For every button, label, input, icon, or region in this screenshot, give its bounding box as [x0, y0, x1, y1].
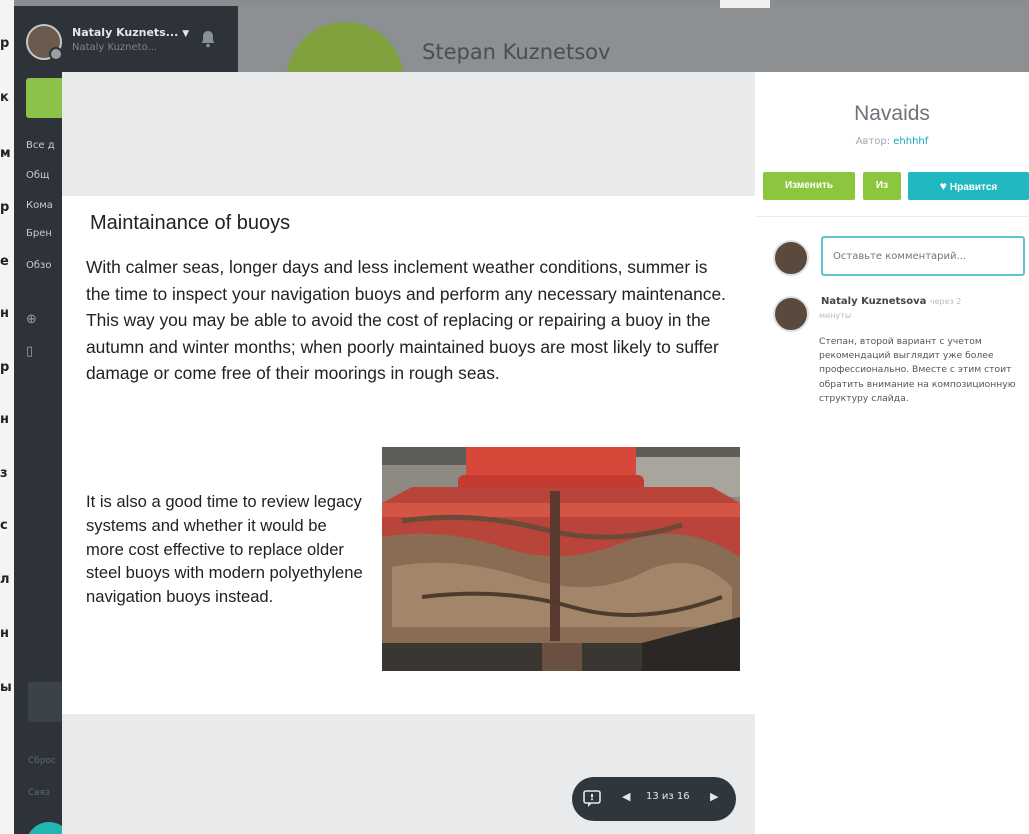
sidebar-item-review[interactable]: Обзо	[26, 260, 51, 271]
secondary-button[interactable]: Из	[863, 172, 901, 200]
user-menu[interactable]: Nataly Kuznets... ▼	[72, 26, 189, 39]
info-panel: Navaids Автор: ehhhhf Изменить Из ♥ Нрави…	[755, 72, 1029, 834]
top-strip	[720, 0, 770, 8]
sidebar-item-all[interactable]: Все д	[26, 140, 55, 151]
left-edge-column: р к м р е н р н з с л н ы	[0, 0, 14, 834]
edge-letter: е	[0, 254, 9, 269]
edge-letter: н	[0, 306, 9, 321]
slide-counter: 13 из 16	[646, 791, 690, 802]
like-label: Нравится	[949, 182, 998, 193]
edge-letter: к	[0, 90, 9, 105]
comment-text: Степан, второй вариант с учетом рекоменд…	[819, 336, 1016, 404]
heart-icon: ♥	[939, 179, 947, 193]
edge-letter: л	[0, 572, 10, 587]
presentation-title: Navaids	[854, 102, 930, 125]
slide: Maintainance of buoys With calmer seas, …	[62, 196, 755, 714]
add-circle-icon[interactable]: ⊕	[26, 312, 37, 327]
user-subtitle: Nataly Kuzneto...	[72, 42, 158, 53]
comment-time: через 2	[929, 297, 962, 306]
edit-button[interactable]: Изменить	[763, 172, 855, 200]
comment-author: Nataly Kuznetsova через 2	[821, 296, 961, 307]
comment-input[interactable]	[821, 236, 1025, 276]
comment-time-unit: минуты	[819, 311, 852, 320]
comment-author-avatar	[773, 296, 809, 332]
edge-letter: н	[0, 626, 9, 641]
sidebar-item-general[interactable]: Общ	[26, 170, 49, 181]
sidebar-item-teams[interactable]: Кома	[26, 200, 53, 211]
current-user-avatar	[773, 240, 809, 276]
status-dot	[49, 47, 63, 61]
user-name: Nataly Kuznets...	[72, 26, 179, 39]
edge-letter: м	[0, 146, 11, 161]
buoy-photo	[382, 447, 740, 671]
sidebar-footer-reset[interactable]: Сброс	[28, 756, 56, 766]
comment-author-name: Nataly Kuznetsova	[821, 296, 927, 307]
sidebar-item-brand[interactable]: Брен	[26, 228, 52, 239]
sidebar-footer-contact[interactable]: Связ	[28, 788, 50, 798]
like-button[interactable]: ♥ Нравится	[908, 172, 1029, 200]
edge-letter: с	[0, 518, 8, 533]
caret-down-icon: ▼	[182, 29, 190, 39]
edge-letter: ы	[0, 680, 12, 695]
slide-paragraph: It is also a good time to review legacy …	[86, 492, 363, 607]
edge-letter: н	[0, 412, 9, 427]
divider	[755, 216, 1029, 217]
profile-name: Stepan Kuznetsov	[422, 40, 611, 64]
next-slide-icon[interactable]: ▶	[710, 790, 718, 803]
slide-pager: ◀ 13 из 16 ▶	[572, 777, 736, 821]
bell-icon[interactable]	[200, 30, 216, 48]
edge-letter: з	[0, 466, 8, 481]
author-line: Автор: ehhhhf	[755, 136, 1029, 147]
author-label: Автор:	[855, 136, 894, 147]
author-link[interactable]: ehhhhf	[893, 136, 928, 147]
slide-paragraph: With calmer seas, longer days and less i…	[86, 257, 726, 383]
edge-letter: р	[0, 36, 10, 51]
user-avatar[interactable]	[26, 24, 63, 61]
edge-letter: р	[0, 200, 10, 215]
slide-title: Maintainance of buoys	[90, 212, 291, 234]
trash-icon[interactable]: ▯	[26, 344, 33, 359]
comment-toggle-icon[interactable]	[582, 789, 602, 809]
edge-letter: р	[0, 360, 10, 375]
prev-slide-icon[interactable]: ◀	[622, 790, 630, 803]
